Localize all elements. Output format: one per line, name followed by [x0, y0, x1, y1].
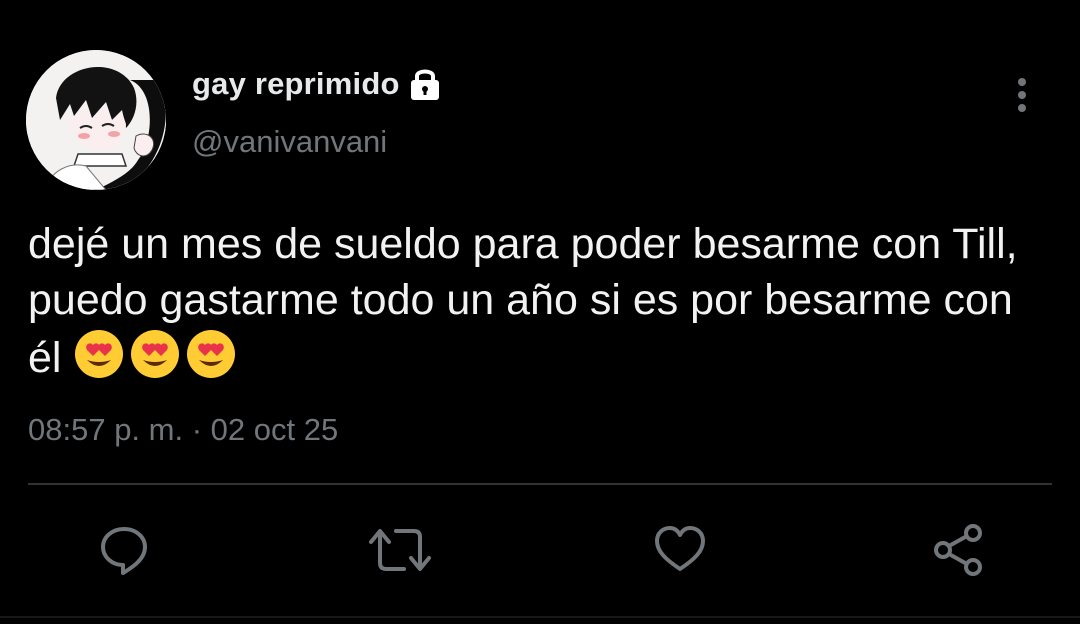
tweet-text-line-2: puedo gastarme todo un año si es por bes…	[28, 276, 1013, 324]
action-bar	[0, 518, 1080, 582]
avatar-image	[26, 50, 166, 190]
share-button[interactable]	[926, 518, 990, 582]
more-vertical-icon[interactable]	[1004, 76, 1040, 116]
like-button[interactable]	[648, 518, 712, 582]
avatar[interactable]	[26, 50, 166, 190]
reply-icon	[101, 527, 147, 575]
reply-button[interactable]	[92, 518, 156, 582]
display-name-row: gay reprimido	[192, 64, 442, 104]
tweet-timestamp[interactable]: 08:57 p. m. · 02 oct 25	[28, 412, 338, 448]
bottom-divider	[0, 616, 1080, 618]
share-icon	[934, 524, 982, 576]
tweet-text-line-3: él	[28, 328, 1073, 394]
heart-eyes-emoji	[185, 328, 237, 394]
heart-icon	[655, 526, 705, 571]
heart-eyes-emoji	[129, 328, 181, 394]
lock-icon	[408, 66, 442, 102]
tweet-text: dejé un mes de sueldo para poder besarme…	[28, 216, 1073, 394]
retweet-button[interactable]	[368, 518, 432, 582]
tweet-text-line-1: dejé un mes de sueldo para poder besarme…	[28, 220, 1018, 268]
heart-eyes-emoji	[73, 328, 125, 394]
divider	[28, 483, 1052, 485]
user-handle[interactable]: @vanivanvani	[192, 124, 387, 160]
tweet-text-line-3-text: él	[28, 334, 62, 382]
display-name[interactable]: gay reprimido	[192, 66, 400, 102]
retweet-icon	[369, 529, 431, 571]
tweet: gay reprimido @vanivanvani dejé un mes d…	[0, 0, 1080, 624]
